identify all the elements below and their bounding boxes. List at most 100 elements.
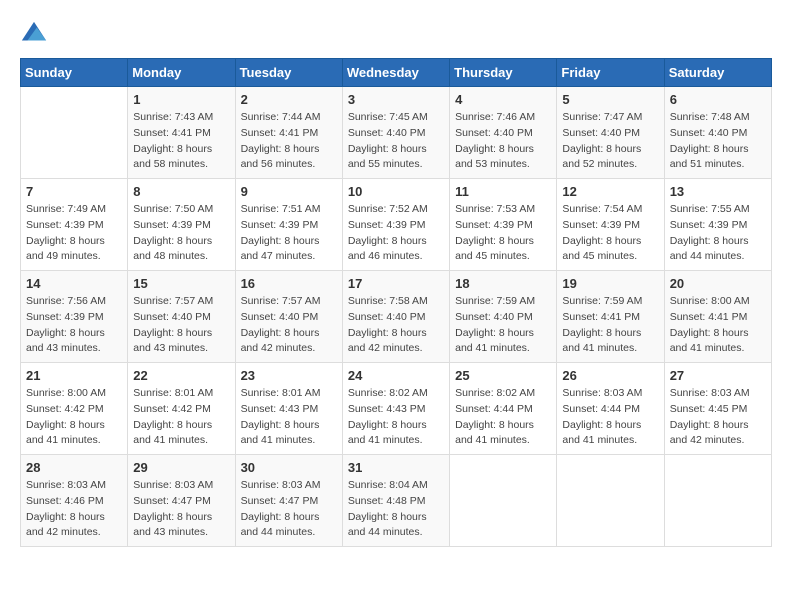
calendar-cell: 4 Sunrise: 7:46 AMSunset: 4:40 PMDaylight…	[450, 87, 557, 179]
sun-info: Sunrise: 7:47 AMSunset: 4:40 PMDaylight:…	[562, 110, 658, 173]
calendar-cell	[664, 455, 771, 547]
weekday-header: Monday	[128, 59, 235, 87]
day-number: 17	[348, 276, 444, 291]
sun-info: Sunrise: 7:50 AMSunset: 4:39 PMDaylight:…	[133, 202, 229, 265]
calendar-header-row: SundayMondayTuesdayWednesdayThursdayFrid…	[21, 59, 772, 87]
day-number: 26	[562, 368, 658, 383]
sun-info: Sunrise: 8:03 AMSunset: 4:47 PMDaylight:…	[133, 478, 229, 541]
day-number: 21	[26, 368, 122, 383]
sun-info: Sunrise: 8:00 AMSunset: 4:41 PMDaylight:…	[670, 294, 766, 357]
calendar-cell: 25 Sunrise: 8:02 AMSunset: 4:44 PMDayligh…	[450, 363, 557, 455]
day-number: 16	[241, 276, 337, 291]
day-number: 22	[133, 368, 229, 383]
day-number: 23	[241, 368, 337, 383]
logo	[20, 20, 52, 48]
sun-info: Sunrise: 7:59 AMSunset: 4:41 PMDaylight:…	[562, 294, 658, 357]
logo-icon	[20, 20, 48, 48]
calendar-cell: 5 Sunrise: 7:47 AMSunset: 4:40 PMDaylight…	[557, 87, 664, 179]
calendar-cell: 22 Sunrise: 8:01 AMSunset: 4:42 PMDayligh…	[128, 363, 235, 455]
sun-info: Sunrise: 8:02 AMSunset: 4:44 PMDaylight:…	[455, 386, 551, 449]
sun-info: Sunrise: 7:46 AMSunset: 4:40 PMDaylight:…	[455, 110, 551, 173]
day-number: 13	[670, 184, 766, 199]
calendar-cell: 20 Sunrise: 8:00 AMSunset: 4:41 PMDayligh…	[664, 271, 771, 363]
calendar-cell: 3Sunrise: 7:45 AMSunset: 4:40 PMDaylight…	[342, 87, 449, 179]
calendar-cell: 8 Sunrise: 7:50 AMSunset: 4:39 PMDaylight…	[128, 179, 235, 271]
calendar-cell	[21, 87, 128, 179]
day-number: 28	[26, 460, 122, 475]
sun-info: Sunrise: 7:43 AMSunset: 4:41 PMDaylight:…	[133, 110, 229, 173]
weekday-header: Saturday	[664, 59, 771, 87]
weekday-header: Sunday	[21, 59, 128, 87]
calendar-cell: 26 Sunrise: 8:03 AMSunset: 4:44 PMDayligh…	[557, 363, 664, 455]
day-number: 15	[133, 276, 229, 291]
calendar-cell: 31 Sunrise: 8:04 AMSunset: 4:48 PMDayligh…	[342, 455, 449, 547]
calendar-cell: 6 Sunrise: 7:48 AMSunset: 4:40 PMDaylight…	[664, 87, 771, 179]
calendar-cell: 2Sunrise: 7:44 AMSunset: 4:41 PMDaylight…	[235, 87, 342, 179]
sun-info: Sunrise: 8:03 AMSunset: 4:47 PMDaylight:…	[241, 478, 337, 541]
sun-info: Sunrise: 7:58 AMSunset: 4:40 PMDaylight:…	[348, 294, 444, 357]
calendar-cell: 29 Sunrise: 8:03 AMSunset: 4:47 PMDayligh…	[128, 455, 235, 547]
sun-info: Sunrise: 7:52 AMSunset: 4:39 PMDaylight:…	[348, 202, 444, 265]
calendar-cell: 1 Sunrise: 7:43 AMSunset: 4:41 PMDaylight…	[128, 87, 235, 179]
day-number: 24	[348, 368, 444, 383]
calendar-cell: 19Sunrise: 7:59 AMSunset: 4:41 PMDayligh…	[557, 271, 664, 363]
calendar-table: SundayMondayTuesdayWednesdayThursdayFrid…	[20, 58, 772, 547]
calendar-cell: 27Sunrise: 8:03 AMSunset: 4:45 PMDayligh…	[664, 363, 771, 455]
day-number: 31	[348, 460, 444, 475]
calendar-cell	[450, 455, 557, 547]
calendar-cell: 17 Sunrise: 7:58 AMSunset: 4:40 PMDayligh…	[342, 271, 449, 363]
sun-info: Sunrise: 8:02 AMSunset: 4:43 PMDaylight:…	[348, 386, 444, 449]
day-number: 9	[241, 184, 337, 199]
sun-info: Sunrise: 7:57 AMSunset: 4:40 PMDaylight:…	[133, 294, 229, 357]
sun-info: Sunrise: 7:59 AMSunset: 4:40 PMDaylight:…	[455, 294, 551, 357]
day-number: 20	[670, 276, 766, 291]
calendar-cell: 30 Sunrise: 8:03 AMSunset: 4:47 PMDayligh…	[235, 455, 342, 547]
sun-info: Sunrise: 8:01 AMSunset: 4:42 PMDaylight:…	[133, 386, 229, 449]
calendar-cell: 16 Sunrise: 7:57 AMSunset: 4:40 PMDayligh…	[235, 271, 342, 363]
calendar-cell: 7 Sunrise: 7:49 AMSunset: 4:39 PMDaylight…	[21, 179, 128, 271]
sun-info: Sunrise: 7:51 AMSunset: 4:39 PMDaylight:…	[241, 202, 337, 265]
sun-info: Sunrise: 7:57 AMSunset: 4:40 PMDaylight:…	[241, 294, 337, 357]
calendar-cell: 18 Sunrise: 7:59 AMSunset: 4:40 PMDayligh…	[450, 271, 557, 363]
day-number: 10	[348, 184, 444, 199]
day-number: 11	[455, 184, 551, 199]
calendar-cell: 14Sunrise: 7:56 AMSunset: 4:39 PMDayligh…	[21, 271, 128, 363]
calendar-cell: 13 Sunrise: 7:55 AMSunset: 4:39 PMDayligh…	[664, 179, 771, 271]
day-number: 29	[133, 460, 229, 475]
day-number: 8	[133, 184, 229, 199]
calendar-cell: 15 Sunrise: 7:57 AMSunset: 4:40 PMDayligh…	[128, 271, 235, 363]
calendar-cell: 11Sunrise: 7:53 AMSunset: 4:39 PMDayligh…	[450, 179, 557, 271]
sun-info: Sunrise: 8:03 AMSunset: 4:45 PMDaylight:…	[670, 386, 766, 449]
weekday-header: Tuesday	[235, 59, 342, 87]
day-number: 5	[562, 92, 658, 107]
day-number: 12	[562, 184, 658, 199]
day-number: 30	[241, 460, 337, 475]
calendar-cell: 28 Sunrise: 8:03 AMSunset: 4:46 PMDayligh…	[21, 455, 128, 547]
sun-info: Sunrise: 8:01 AMSunset: 4:43 PMDaylight:…	[241, 386, 337, 449]
calendar-week-row: 7 Sunrise: 7:49 AMSunset: 4:39 PMDaylight…	[21, 179, 772, 271]
calendar-cell: 23 Sunrise: 8:01 AMSunset: 4:43 PMDayligh…	[235, 363, 342, 455]
calendar-cell: 24 Sunrise: 8:02 AMSunset: 4:43 PMDayligh…	[342, 363, 449, 455]
calendar-week-row: 28 Sunrise: 8:03 AMSunset: 4:46 PMDayligh…	[21, 455, 772, 547]
weekday-header: Thursday	[450, 59, 557, 87]
day-number: 18	[455, 276, 551, 291]
sun-info: Sunrise: 8:00 AMSunset: 4:42 PMDaylight:…	[26, 386, 122, 449]
calendar-cell: 9 Sunrise: 7:51 AMSunset: 4:39 PMDaylight…	[235, 179, 342, 271]
day-number: 25	[455, 368, 551, 383]
sun-info: Sunrise: 7:48 AMSunset: 4:40 PMDaylight:…	[670, 110, 766, 173]
sun-info: Sunrise: 7:55 AMSunset: 4:39 PMDaylight:…	[670, 202, 766, 265]
sun-info: Sunrise: 8:03 AMSunset: 4:46 PMDaylight:…	[26, 478, 122, 541]
day-number: 14	[26, 276, 122, 291]
sun-info: Sunrise: 7:44 AMSunset: 4:41 PMDaylight:…	[241, 110, 337, 173]
weekday-header: Wednesday	[342, 59, 449, 87]
sun-info: Sunrise: 8:04 AMSunset: 4:48 PMDaylight:…	[348, 478, 444, 541]
sun-info: Sunrise: 7:49 AMSunset: 4:39 PMDaylight:…	[26, 202, 122, 265]
sun-info: Sunrise: 8:03 AMSunset: 4:44 PMDaylight:…	[562, 386, 658, 449]
day-number: 1	[133, 92, 229, 107]
day-number: 4	[455, 92, 551, 107]
day-number: 7	[26, 184, 122, 199]
weekday-header: Friday	[557, 59, 664, 87]
day-number: 6	[670, 92, 766, 107]
day-number: 3	[348, 92, 444, 107]
calendar-week-row: 14Sunrise: 7:56 AMSunset: 4:39 PMDayligh…	[21, 271, 772, 363]
